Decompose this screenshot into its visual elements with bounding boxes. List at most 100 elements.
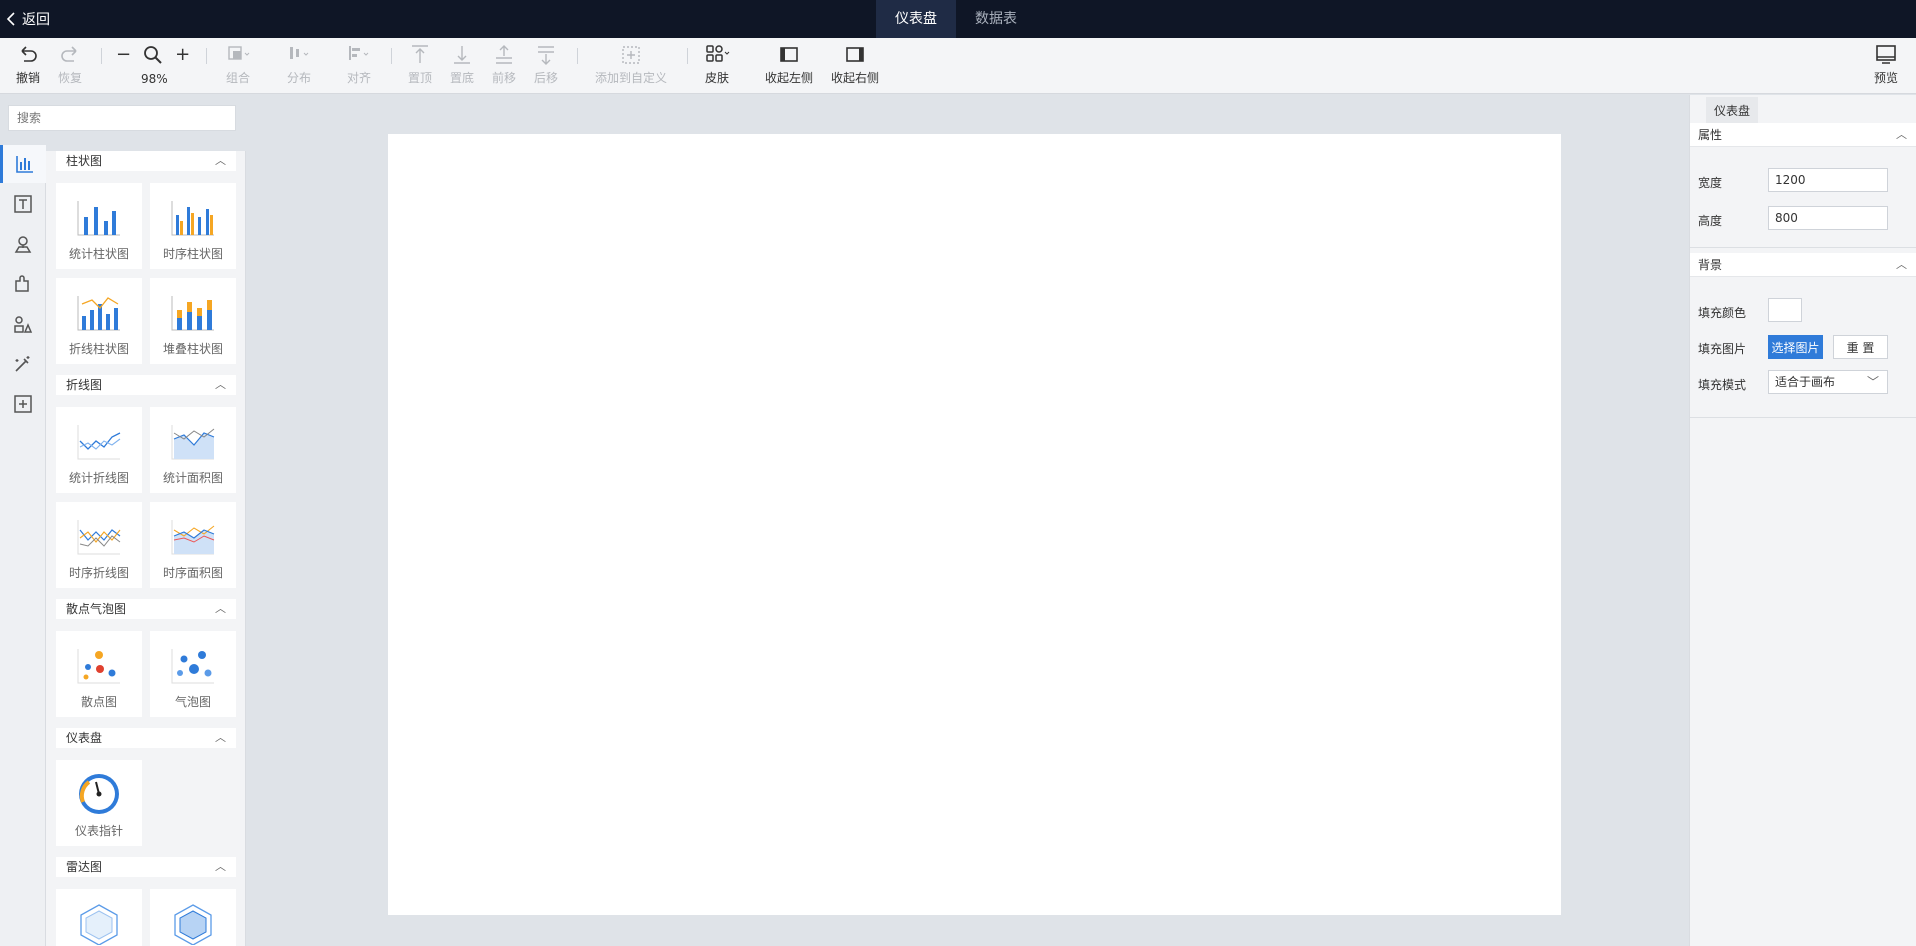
component-label: 气泡图 (174, 695, 211, 709)
section-header-attributes[interactable]: 属性 ︿ (1690, 123, 1916, 147)
section-header-bar[interactable]: 柱状图 ︿ (56, 151, 236, 171)
to-top-label: 置顶 (407, 71, 432, 85)
distribute-button[interactable]: 分布 (286, 42, 312, 86)
component-card[interactable] (56, 889, 142, 946)
properties-tab[interactable]: 仪表盘 (1706, 97, 1758, 123)
component-card[interactable] (150, 889, 236, 946)
section-header-radar[interactable]: 雷达图 ︿ (56, 857, 236, 877)
component-card[interactable]: 统计面积图 (150, 407, 236, 493)
component-card[interactable]: 堆叠柱状图 (150, 278, 236, 364)
send-to-bottom-button[interactable]: 置底 (449, 42, 475, 86)
back-label: 返回 (22, 12, 50, 28)
category-media[interactable] (0, 305, 46, 343)
undo-button[interactable]: 撤销 (15, 42, 41, 86)
gauge-thumbnail-icon (79, 774, 119, 814)
top-bar: 返回 仪表盘 数据表 (0, 0, 1916, 38)
category-plugin[interactable] (0, 265, 46, 303)
puzzle-icon (15, 275, 29, 292)
component-card[interactable]: 时序柱状图 (150, 183, 236, 269)
stacked-bar-thumbnail-icon (171, 296, 214, 331)
section-title: 折线图 (66, 378, 103, 392)
search-input[interactable] (8, 105, 236, 131)
align-button[interactable]: 对齐 (346, 42, 372, 86)
section-header-scatter[interactable]: 散点气泡图 ︿ (56, 599, 236, 619)
category-map[interactable] (0, 225, 46, 263)
scatter-thumbnail-icon (77, 649, 120, 684)
choose-image-button[interactable]: 选择图片 (1768, 335, 1823, 359)
component-card[interactable]: 时序折线图 (56, 502, 142, 588)
component-label: 统计面积图 (162, 471, 223, 485)
component-card[interactable]: 散点图 (56, 631, 142, 717)
bring-to-top-button[interactable]: 置顶 (407, 42, 433, 86)
chevron-left-icon (6, 12, 15, 26)
add-to-custom-button[interactable]: 添加到自定义 (595, 42, 667, 86)
bring-forward-icon (496, 45, 512, 64)
bring-to-top-icon (412, 45, 428, 63)
redo-button[interactable]: 恢复 (57, 42, 83, 86)
component-card[interactable]: 时序面积图 (150, 502, 236, 588)
collapse-right-button[interactable]: 收起右侧 (831, 42, 879, 86)
height-label: 高度 (1698, 214, 1723, 228)
tab-datatable[interactable]: 数据表 (956, 0, 1036, 38)
distribute-label: 分布 (286, 71, 311, 85)
preview-button[interactable]: 预览 (1873, 42, 1899, 86)
map-pin-icon (14, 236, 32, 253)
category-custom[interactable] (0, 385, 46, 423)
back-button[interactable]: 返回 (6, 9, 50, 29)
magnifier-icon[interactable] (143, 45, 163, 65)
bring-forward-button[interactable]: 前移 (491, 42, 517, 86)
section-header-gauge[interactable]: 仪表盘 ︿ (56, 728, 236, 748)
divider (206, 48, 207, 64)
category-text[interactable] (0, 185, 46, 223)
skin-button[interactable]: 皮肤 (704, 42, 730, 86)
category-magic[interactable] (0, 345, 46, 383)
fill-mode-select[interactable]: 适合于画布 ﹀ (1768, 370, 1888, 394)
align-left-icon (349, 46, 369, 60)
component-panel: 柱状图︿ 统计柱状图 时序柱状图 折线柱状图 堆叠柱状图 折线图︿ 统计折线图 … (0, 95, 246, 946)
dashboard-canvas[interactable] (388, 134, 1561, 915)
section-header-line[interactable]: 折线图 ︿ (56, 375, 236, 395)
component-label: 堆叠柱状图 (162, 342, 223, 356)
radar-filled-thumbnail-icon (174, 904, 212, 945)
height-input[interactable] (1768, 206, 1888, 230)
redo-label: 恢复 (57, 71, 82, 85)
backward-label: 后移 (533, 71, 558, 85)
zoom-in-button[interactable]: + (175, 44, 190, 65)
properties-panel: 仪表盘 属性 ︿ 宽度 高度 背景 ︿ 填充颜色 填充图片 选择图片 重 置 填充模… (1689, 95, 1916, 946)
fill-color-swatch[interactable] (1768, 298, 1802, 322)
component-label: 折线柱状图 (68, 342, 129, 356)
category-charts[interactable] (0, 145, 46, 183)
chevron-down-icon: ﹀ (1866, 375, 1879, 389)
section-title: 柱状图 (66, 154, 103, 168)
tab-dashboard[interactable]: 仪表盘 (876, 0, 956, 38)
divider (1690, 417, 1916, 418)
grid-apps-icon (706, 45, 730, 62)
divider (687, 48, 688, 64)
collapse-left-button[interactable]: 收起左侧 (765, 42, 813, 86)
collapse-right-label: 收起右侧 (831, 71, 880, 85)
component-card[interactable]: 统计柱状图 (56, 183, 142, 269)
group-button[interactable]: 组合 (225, 42, 251, 86)
divider (1690, 247, 1916, 248)
component-label: 统计折线图 (68, 471, 129, 485)
fill-mode-label: 填充模式 (1698, 378, 1747, 392)
zoom-out-button[interactable]: − (116, 44, 131, 65)
send-backward-button[interactable]: 后移 (533, 42, 559, 86)
component-card[interactable]: 气泡图 (150, 631, 236, 717)
forward-label: 前移 (491, 71, 516, 85)
text-box-icon (14, 195, 32, 213)
zoom-level: 98% (141, 72, 168, 86)
chevron-up-icon: ︿ (215, 860, 226, 873)
line-bar-thumbnail-icon (77, 296, 120, 331)
component-card[interactable]: 折线柱状图 (56, 278, 142, 364)
section-title: 属性 (1698, 128, 1723, 142)
component-label: 散点图 (80, 695, 117, 709)
component-card[interactable]: 统计折线图 (56, 407, 142, 493)
group-label: 组合 (225, 71, 250, 85)
section-header-background[interactable]: 背景 ︿ (1690, 253, 1916, 277)
width-input[interactable] (1768, 168, 1888, 192)
reset-button[interactable]: 重 置 (1833, 335, 1888, 359)
align-label: 对齐 (346, 71, 371, 85)
divider (577, 48, 578, 64)
component-card[interactable]: 仪表指针 (56, 760, 142, 846)
